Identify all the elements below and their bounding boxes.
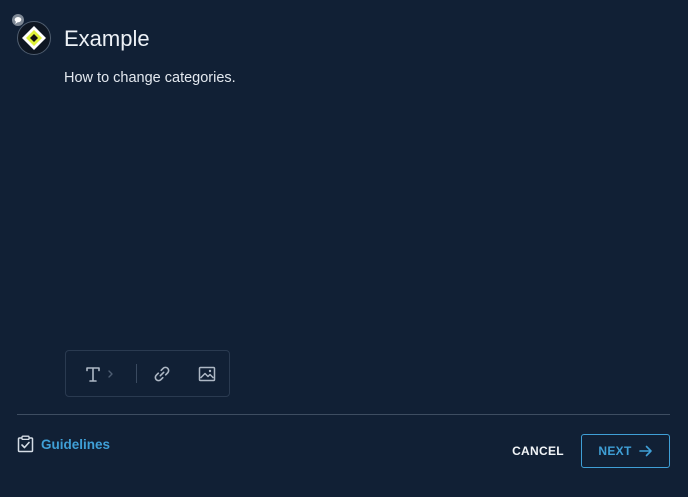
guidelines-link[interactable]: Guidelines: [17, 433, 110, 455]
insert-link-button[interactable]: [144, 351, 180, 396]
footer-divider: [17, 414, 670, 415]
insert-image-button[interactable]: [188, 351, 226, 396]
post-title: Example: [64, 26, 150, 51]
speech-bubble-badge-icon: [12, 14, 24, 26]
arrow-right-icon: [638, 445, 653, 457]
link-icon: [154, 366, 170, 381]
image-icon: [198, 366, 216, 381]
post-body: How to change categories.: [64, 70, 236, 86]
text-format-button[interactable]: [72, 351, 120, 396]
chevron-right-icon: [108, 369, 113, 378]
toolbar-divider: [136, 364, 137, 383]
next-button[interactable]: NEXT: [581, 434, 670, 468]
editor-toolbar: [65, 350, 230, 397]
guidelines-label: Guidelines: [41, 436, 111, 452]
clipboard-check-icon: [17, 435, 34, 453]
next-button-label: NEXT: [598, 444, 632, 458]
cancel-button[interactable]: CANCEL: [506, 440, 570, 462]
text-format-icon: [86, 366, 113, 382]
